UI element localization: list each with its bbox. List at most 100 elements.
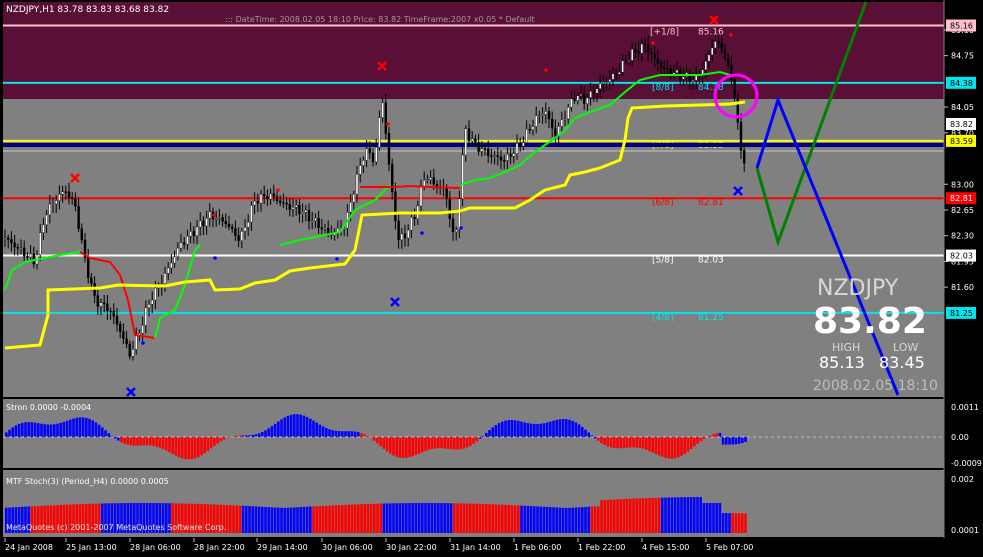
level-value: 81.25	[698, 313, 724, 323]
osc2-bar	[530, 506, 533, 533]
osc2-bar	[437, 503, 440, 533]
osc2-bar	[635, 498, 638, 533]
osc1-bar	[79, 417, 82, 437]
osc2-bar	[472, 504, 475, 533]
candle-body	[247, 222, 249, 227]
osc1-bar	[82, 417, 85, 437]
candle-body	[490, 156, 492, 157]
osc1-bar	[376, 437, 379, 443]
osc1-bar	[715, 433, 718, 437]
candle-body	[122, 332, 124, 339]
osc2-bar	[360, 504, 363, 533]
candle-body	[218, 217, 220, 218]
osc1-bar	[424, 437, 427, 451]
osc1-bar	[661, 437, 664, 457]
osc1-bar	[386, 437, 389, 451]
osc2-bar	[677, 497, 680, 533]
osc1-bar	[175, 437, 178, 456]
level-label: [4/8]	[652, 313, 674, 323]
candle-body	[87, 258, 89, 278]
candle-body	[145, 308, 147, 326]
osc2-bar	[389, 503, 392, 533]
candle-body	[20, 248, 22, 249]
osc1-bar	[645, 437, 648, 450]
osc2-bar	[549, 507, 552, 533]
osc2-bar	[453, 503, 456, 533]
osc2-tick-label: 0.0001	[951, 526, 979, 535]
candle-body	[327, 228, 329, 234]
osc1-bar	[575, 422, 578, 437]
osc1-bar	[555, 420, 558, 437]
candle-body	[426, 180, 428, 181]
candle-body	[590, 91, 592, 97]
candle-body	[705, 61, 707, 70]
osc1-tick-label: -0.0009	[951, 459, 982, 468]
osc1-bar	[264, 430, 267, 437]
osc2-bar	[463, 503, 466, 533]
candle-body	[609, 79, 611, 81]
osc2-bar	[248, 506, 251, 533]
candle-body	[500, 157, 502, 160]
osc1-bar	[315, 423, 318, 437]
candle-body	[113, 311, 115, 316]
osc1-bar	[287, 416, 290, 437]
candle-body	[129, 344, 131, 356]
osc2-bar	[242, 506, 245, 533]
osc1-bar	[607, 437, 610, 446]
candle-body	[234, 229, 236, 236]
osc2-bar	[354, 504, 357, 533]
osc1-bar	[735, 437, 738, 444]
candle-body	[311, 221, 313, 222]
osc1-axis: 0.00110.00-0.0009	[951, 403, 982, 468]
osc1-bar	[635, 437, 638, 448]
osc2-bar	[655, 498, 658, 533]
candle-body	[164, 273, 166, 284]
candle-body	[564, 119, 566, 120]
candle-body	[497, 156, 499, 157]
osc1-bar	[360, 433, 363, 437]
osc2-bar	[239, 506, 242, 533]
osc2-bar	[501, 505, 504, 533]
osc2-bar	[546, 507, 549, 533]
osc2-bar	[504, 505, 507, 533]
osc1-bar	[290, 415, 293, 437]
trading-chart-window[interactable]: [+1/8]85.16[8/8]84.38[7/8]83.59[6/8]82.8…	[0, 0, 983, 553]
osc1-bar	[408, 437, 411, 457]
osc1-bar	[485, 433, 488, 437]
osc1-bar	[619, 437, 622, 448]
osc1-bar	[130, 437, 133, 445]
candle-body	[366, 149, 368, 161]
osc1-bar	[213, 437, 216, 446]
candle-body	[606, 82, 608, 83]
osc2-bar	[610, 500, 613, 533]
signal-dot	[141, 341, 145, 345]
osc2-bar	[683, 497, 686, 533]
osc2-bar	[415, 503, 418, 533]
osc1-bar	[562, 419, 565, 437]
osc1-bar	[155, 437, 158, 447]
osc2-bar	[229, 505, 232, 533]
osc2-bar	[667, 497, 670, 533]
osc1-bar	[728, 437, 731, 445]
candle-body	[174, 257, 176, 263]
osc1-bar	[299, 415, 302, 437]
candle-body	[545, 111, 547, 114]
osc1-bar	[578, 424, 581, 437]
osc1-bar	[536, 424, 539, 437]
price-tags: 85.1684.3883.8283.5982.8182.0381.25	[946, 20, 976, 319]
osc1-bar	[725, 437, 728, 445]
candle-body	[574, 99, 576, 101]
signal-dot	[651, 41, 655, 45]
candle-body	[42, 225, 44, 233]
osc1-bar	[219, 437, 222, 441]
oscillator-1-panel[interactable]	[3, 399, 944, 468]
candle-body	[244, 227, 246, 231]
osc1-bar	[18, 424, 21, 437]
osc1-bar	[459, 437, 462, 449]
osc2-bar	[693, 497, 696, 533]
candle-body	[263, 194, 265, 196]
time-axis[interactable]: 24 Jan 200825 Jan 13:0028 Jan 06:0028 Ja…	[5, 538, 753, 552]
osc1-bar	[152, 437, 155, 446]
osc1-bar	[171, 437, 174, 454]
candle-body	[446, 188, 448, 199]
